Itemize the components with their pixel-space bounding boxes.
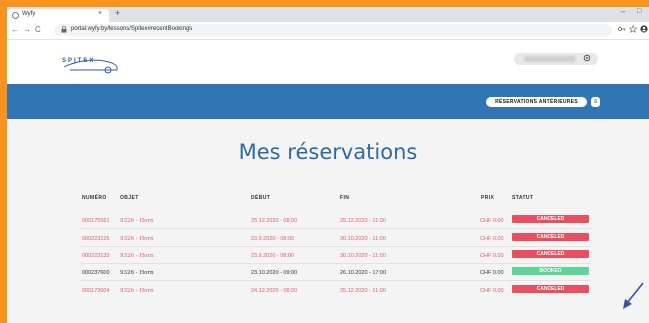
gear-icon[interactable] — [583, 54, 591, 64]
column-header-debut: DÉBUT — [251, 195, 271, 201]
cell-numero: 000175561 — [82, 218, 110, 224]
cell-numero: 000173004 — [82, 288, 110, 294]
cell-fin: 25.12.2020 - 11:00 — [340, 288, 386, 294]
cell-prix: CHF 0.00 — [480, 236, 504, 242]
back-button[interactable]: ← — [11, 25, 19, 34]
new-tab-button[interactable]: + — [115, 8, 120, 18]
column-header-numero: NUMÉRO — [82, 195, 107, 201]
cell-objet: 9326 - Horn — [120, 218, 154, 224]
page-title: Mes réservations — [238, 140, 418, 164]
pointer-arrow-icon — [623, 282, 644, 309]
tab-strip: Wyfy × + – □ — [7, 7, 649, 22]
status-badge: CANCELED — [512, 250, 589, 258]
list-icon[interactable]: ≡ — [591, 97, 600, 107]
column-header-fin: FIN — [340, 195, 350, 201]
cell-objet: 9326 - Horn — [120, 288, 154, 294]
key-icon[interactable] — [617, 25, 626, 34]
forward-button[interactable]: → — [23, 25, 31, 34]
cell-fin: 25.12.2020 - 11:00 — [340, 218, 386, 224]
reload-button[interactable]: C — [35, 25, 41, 34]
spitex-logo[interactable]: SPITEX — [62, 55, 120, 75]
table-row[interactable]: 000173004 9326 - Horn 24.12.2020 - 08:00 25… — [7, 283, 649, 300]
row-divider — [81, 280, 591, 281]
column-header-objet: OBJET — [120, 195, 139, 201]
cell-debut: 24.12.2020 - 08:00 — [251, 288, 298, 294]
status-badge: CANCELED — [512, 285, 589, 293]
user-name-blurred — [524, 56, 576, 62]
cell-objet: 9326 - Horn — [120, 236, 154, 242]
column-header-prix: PRIX — [481, 195, 495, 201]
cell-debut: 23.9.2020 - 08:00 — [251, 253, 295, 259]
cell-numero: 000223126 — [82, 236, 110, 242]
column-header-statut: STATUT — [512, 195, 534, 201]
minimize-button[interactable]: – — [621, 7, 625, 16]
cell-debut: 23.10.2020 - 09:00 — [251, 270, 298, 276]
status-badge: BOOKED — [512, 267, 589, 275]
cell-prix: CHF 0.00 — [480, 253, 504, 259]
cell-objet: 9326 - Horn — [120, 253, 154, 259]
logo-car-icon — [63, 59, 118, 74]
cell-prix: CHF 0.00 — [480, 288, 504, 294]
cell-numero: 000223133 — [82, 253, 110, 259]
bookmark-star-icon[interactable] — [628, 24, 638, 35]
browser-tab[interactable]: Wyfy × — [7, 9, 109, 22]
user-menu[interactable] — [514, 53, 598, 65]
tab-close-icon[interactable]: × — [98, 10, 102, 17]
cell-prix: CHF 0.00 — [480, 218, 504, 224]
url-text: portal.wyfy.by/lessons/Spitex#recentBook… — [71, 26, 193, 32]
previous-reservations-button[interactable]: RÉSERVATIONS ANTÉRIEURES — [486, 97, 587, 107]
status-badge: CANCELED — [512, 215, 589, 223]
cell-objet: 9326 - Horn — [120, 270, 154, 276]
profile-icon[interactable] — [640, 25, 648, 35]
cell-fin: 30.10.2020 - 11:00 — [340, 236, 386, 242]
row-divider — [81, 263, 591, 264]
cell-fin: 30.10.2020 - 11:00 — [340, 253, 386, 259]
lock-icon — [61, 26, 67, 35]
cell-prix: CHF 0.00 — [480, 270, 504, 276]
reservations-section: Mes réservations NUMÉRO OBJET DÉBUT FIN … — [7, 119, 649, 323]
maximize-button[interactable]: □ — [637, 8, 641, 15]
cell-debut: 25.12.2020 - 08:00 — [251, 218, 298, 224]
favicon-icon — [12, 12, 19, 19]
status-badge: CANCELED — [512, 233, 589, 241]
cell-debut: 23.9.2020 - 08:00 — [251, 236, 295, 242]
tab-title: Wyfy — [22, 11, 36, 17]
cell-fin: 26.10.2020 - 17:00 — [340, 270, 387, 276]
cell-numero: 000237600 — [82, 270, 110, 276]
address-bar[interactable]: portal.wyfy.by/lessons/Spitex#recentBook… — [54, 24, 612, 36]
row-divider — [81, 246, 591, 247]
browser-toolbar: ← → C portal.wyfy.by/lessons/Spitex#rece… — [7, 22, 649, 40]
row-divider — [81, 228, 591, 229]
page-banner: RÉSERVATIONS ANTÉRIEURES ≡ — [7, 84, 649, 119]
